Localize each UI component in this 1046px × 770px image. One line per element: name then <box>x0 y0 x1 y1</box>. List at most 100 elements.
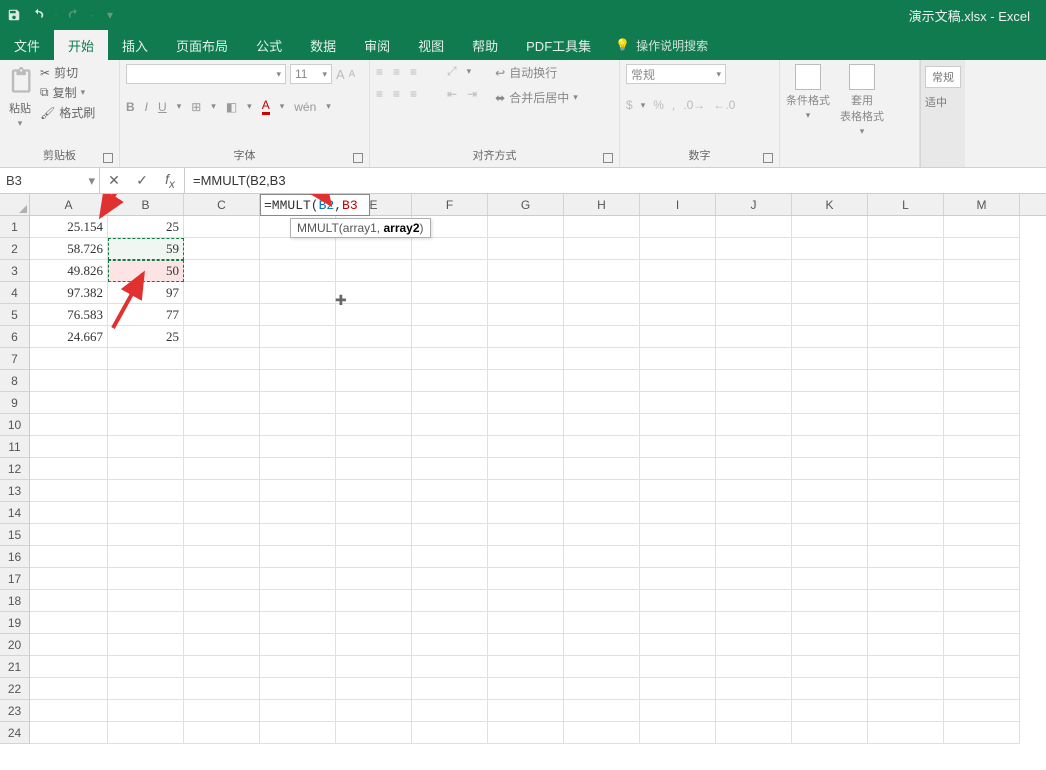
cell-E15[interactable] <box>336 524 412 546</box>
cell-K11[interactable] <box>792 436 868 458</box>
cell-I12[interactable] <box>640 458 716 480</box>
cell-I17[interactable] <box>640 568 716 590</box>
cell-L17[interactable] <box>868 568 944 590</box>
cell-J14[interactable] <box>716 502 792 524</box>
cell-L9[interactable] <box>868 392 944 414</box>
col-head-I[interactable]: I <box>640 194 716 215</box>
cell-G15[interactable] <box>488 524 564 546</box>
cell-C20[interactable] <box>184 634 260 656</box>
cell-F23[interactable] <box>412 700 488 722</box>
cell-D3[interactable] <box>260 260 336 282</box>
cell-E21[interactable] <box>336 656 412 678</box>
cell-F12[interactable] <box>412 458 488 480</box>
font-family-combo[interactable]: ▾ <box>126 64 286 84</box>
row-head-15[interactable]: 15 <box>0 524 29 546</box>
cell-L5[interactable] <box>868 304 944 326</box>
cell-C24[interactable] <box>184 722 260 744</box>
cell-F16[interactable] <box>412 546 488 568</box>
cell-M2[interactable] <box>944 238 1020 260</box>
cell-I18[interactable] <box>640 590 716 612</box>
cell-M7[interactable] <box>944 348 1020 370</box>
cell-K23[interactable] <box>792 700 868 722</box>
cell-B2[interactable]: 59 <box>108 238 184 260</box>
cell-A12[interactable] <box>30 458 108 480</box>
cell-M17[interactable] <box>944 568 1020 590</box>
cell-A18[interactable] <box>30 590 108 612</box>
row-head-1[interactable]: 1 <box>0 216 29 238</box>
cell-A1[interactable]: 25.154 <box>30 216 108 238</box>
cell-style-good[interactable]: 适中 <box>925 94 961 110</box>
merge-center-button[interactable]: ⬌合并后居中▾ <box>495 89 578 106</box>
cell-D11[interactable] <box>260 436 336 458</box>
redo-icon[interactable] <box>66 7 82 23</box>
cell-M18[interactable] <box>944 590 1020 612</box>
cell-B12[interactable] <box>108 458 184 480</box>
cell-G8[interactable] <box>488 370 564 392</box>
col-head-H[interactable]: H <box>564 194 640 215</box>
cell-K22[interactable] <box>792 678 868 700</box>
cell-F19[interactable] <box>412 612 488 634</box>
cell-A6[interactable]: 24.667 <box>30 326 108 348</box>
cancel-formula-button[interactable]: ✕ <box>100 172 128 189</box>
cell-L18[interactable] <box>868 590 944 612</box>
cell-F22[interactable] <box>412 678 488 700</box>
cell-I3[interactable] <box>640 260 716 282</box>
row-head-14[interactable]: 14 <box>0 502 29 524</box>
cell-I9[interactable] <box>640 392 716 414</box>
cell-C17[interactable] <box>184 568 260 590</box>
cell-E5[interactable] <box>336 304 412 326</box>
cell-I16[interactable] <box>640 546 716 568</box>
cell-D12[interactable] <box>260 458 336 480</box>
cell-M16[interactable] <box>944 546 1020 568</box>
cell-L1[interactable] <box>868 216 944 238</box>
cell-J10[interactable] <box>716 414 792 436</box>
row-head-17[interactable]: 17 <box>0 568 29 590</box>
cell-F18[interactable] <box>412 590 488 612</box>
cell-F9[interactable] <box>412 392 488 414</box>
row-head-7[interactable]: 7 <box>0 348 29 370</box>
cell-A3[interactable]: 49.826 <box>30 260 108 282</box>
tab-file[interactable]: 文件 <box>0 30 54 60</box>
cell-F6[interactable] <box>412 326 488 348</box>
cell-B3[interactable]: 50 <box>108 260 184 282</box>
cell-K9[interactable] <box>792 392 868 414</box>
cell-F5[interactable] <box>412 304 488 326</box>
cell-H19[interactable] <box>564 612 640 634</box>
cell-J4[interactable] <box>716 282 792 304</box>
cell-I24[interactable] <box>640 722 716 744</box>
cell-H23[interactable] <box>564 700 640 722</box>
cell-G13[interactable] <box>488 480 564 502</box>
cell-F7[interactable] <box>412 348 488 370</box>
col-head-M[interactable]: M <box>944 194 1020 215</box>
cell-C16[interactable] <box>184 546 260 568</box>
cell-C2[interactable] <box>184 238 260 260</box>
italic-button[interactable]: I <box>145 100 148 114</box>
row-head-3[interactable]: 3 <box>0 260 29 282</box>
cell-K4[interactable] <box>792 282 868 304</box>
cell-H5[interactable] <box>564 304 640 326</box>
cell-G19[interactable] <box>488 612 564 634</box>
cell-A22[interactable] <box>30 678 108 700</box>
cell-M11[interactable] <box>944 436 1020 458</box>
cell-K6[interactable] <box>792 326 868 348</box>
cell-F13[interactable] <box>412 480 488 502</box>
insert-function-button[interactable]: fx <box>156 171 184 191</box>
cell-D2[interactable] <box>260 238 336 260</box>
cell-J18[interactable] <box>716 590 792 612</box>
format-painter-button[interactable]: 🖌格式刷 <box>40 104 95 121</box>
cell-K1[interactable] <box>792 216 868 238</box>
cell-H12[interactable] <box>564 458 640 480</box>
cell-L22[interactable] <box>868 678 944 700</box>
cell-K18[interactable] <box>792 590 868 612</box>
cell-D22[interactable] <box>260 678 336 700</box>
cell-M19[interactable] <box>944 612 1020 634</box>
row-head-19[interactable]: 19 <box>0 612 29 634</box>
cell-A17[interactable] <box>30 568 108 590</box>
cell-H9[interactable] <box>564 392 640 414</box>
cell-F10[interactable] <box>412 414 488 436</box>
cell-A19[interactable] <box>30 612 108 634</box>
cell-L8[interactable] <box>868 370 944 392</box>
cell-F8[interactable] <box>412 370 488 392</box>
cell-I22[interactable] <box>640 678 716 700</box>
cell-D16[interactable] <box>260 546 336 568</box>
